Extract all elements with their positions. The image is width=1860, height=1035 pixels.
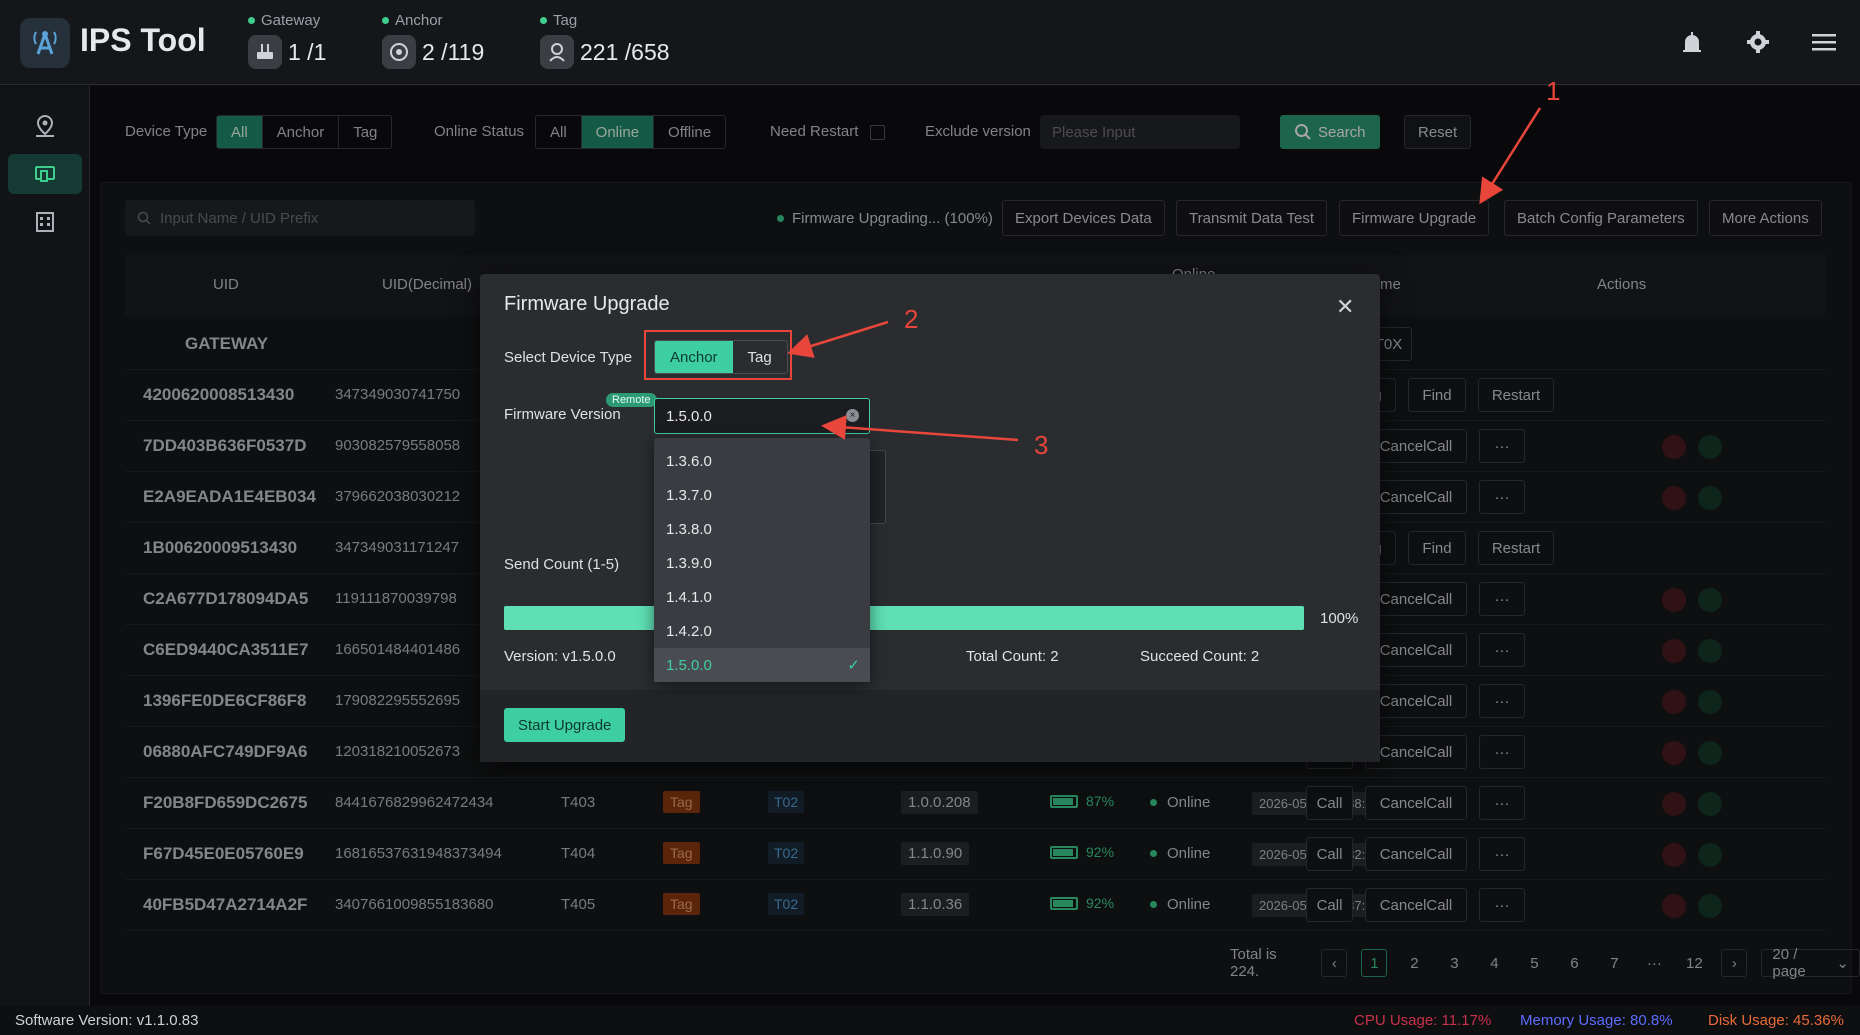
version-option-label: 1.3.9.0 [666, 554, 712, 572]
version-option[interactable]: 1.3.9.0 [654, 546, 870, 580]
progress-fill [504, 606, 1304, 630]
progress-percent: 100% [1320, 610, 1359, 627]
checkmark-icon: ✓ [847, 657, 860, 674]
close-icon[interactable]: ✕ [1336, 294, 1354, 320]
app-title: IPS Tool [80, 22, 206, 58]
anchor-stat-value: 2 /119 [422, 38, 485, 65]
annotation-label-1: 1 [1546, 76, 1561, 106]
remote-badge: Remote [606, 393, 657, 407]
annotation-label-3: 3 [1034, 430, 1049, 460]
gateway-stat-label: Gateway [261, 12, 321, 29]
version-option[interactable]: 1.3.7.0 [654, 478, 870, 512]
cpu-usage: CPU Usage: 11.17% [1354, 1012, 1492, 1029]
version-option-label: 1.5.0.0 [666, 656, 712, 674]
version-option-label: 1.3.6.0 [666, 452, 712, 470]
disk-usage: Disk Usage: 45.36% [1708, 1012, 1844, 1029]
succeed-count-text: Succeed Count: 2 [1140, 648, 1260, 665]
version-option[interactable]: 1.4.2.0 [654, 614, 870, 648]
version-text: Version: v1.5.0.0 [504, 648, 616, 665]
tag-stat: Tag 221 /658 [540, 12, 670, 76]
firmware-version-label: Firmware Version [504, 406, 621, 423]
status-footer: Software Version: v1.1.0.83 CPU Usage: 1… [0, 1006, 1860, 1035]
send-count-label: Send Count (1-5) [504, 556, 620, 573]
gateway-stat: Gateway 1 /1 [248, 12, 326, 76]
select-device-type-label: Select Device Type [504, 349, 633, 366]
dialog-title: Firmware Upgrade [504, 293, 670, 315]
tag-stat-label: Tag [553, 12, 578, 29]
total-count-text: Total Count: 2 [966, 648, 1059, 665]
anchor-icon [382, 35, 416, 69]
annotation-label-2: 2 [904, 304, 919, 334]
version-option[interactable]: 1.3.6.0 [654, 444, 870, 478]
sidebar-item-building[interactable] [8, 202, 82, 242]
app-logo-icon [20, 18, 70, 68]
tag-icon [540, 35, 574, 69]
version-option-label: 1.3.8.0 [666, 520, 712, 538]
tag-stat-value: 221 /658 [580, 38, 670, 65]
clear-icon[interactable]: × [846, 409, 859, 422]
gateway-stat-value: 1 /1 [288, 38, 327, 65]
version-option[interactable]: 1.4.1.0 [654, 580, 870, 614]
devices-icon [35, 166, 55, 182]
firmware-version-dropdown: 1.3.6.0 1.3.7.0 1.3.8.0 1.3.9.0 1.4.1.0 1.4.2… [654, 438, 870, 682]
anchor-stat-label: Anchor [395, 12, 443, 29]
building-icon [36, 212, 54, 232]
settings-gear-icon[interactable] [1740, 24, 1776, 60]
gateway-icon [248, 35, 282, 69]
memory-usage: Memory Usage: 80.8% [1520, 1012, 1673, 1029]
firmware-version-select[interactable]: 1.5.0.0 × [654, 398, 870, 434]
start-upgrade-button[interactable]: Start Upgrade [504, 708, 626, 742]
map-pin-icon [36, 114, 54, 137]
sidebar [0, 86, 90, 1035]
version-option[interactable]: 1.5.0.0 ✓ [654, 648, 870, 682]
menu-icon[interactable] [1806, 24, 1842, 60]
alarm-icon[interactable] [1674, 24, 1710, 60]
firmware-version-value: 1.5.0.0 [666, 407, 712, 425]
version-option-label: 1.4.2.0 [666, 622, 712, 640]
sidebar-item-map[interactable] [8, 106, 82, 146]
anchor-stat: Anchor 2 /119 [382, 12, 484, 76]
upgrade-progress-bar [504, 606, 1304, 630]
top-header: IPS Tool Gateway 1 /1 Anchor 2 /119 Tag … [0, 0, 1860, 85]
firmware-upgrade-dialog [480, 274, 1380, 762]
annotation-box-device-type [644, 330, 792, 380]
version-option[interactable]: 1.3.8.0 [654, 512, 870, 546]
software-version: Software Version: v1.1.0.83 [15, 1012, 199, 1029]
sidebar-item-devices[interactable] [8, 154, 82, 194]
app-window: IPS Tool Gateway 1 /1 Anchor 2 /119 Tag … [0, 0, 1860, 1035]
version-option-label: 1.4.1.0 [666, 588, 712, 606]
version-option-label: 1.3.7.0 [666, 486, 712, 504]
